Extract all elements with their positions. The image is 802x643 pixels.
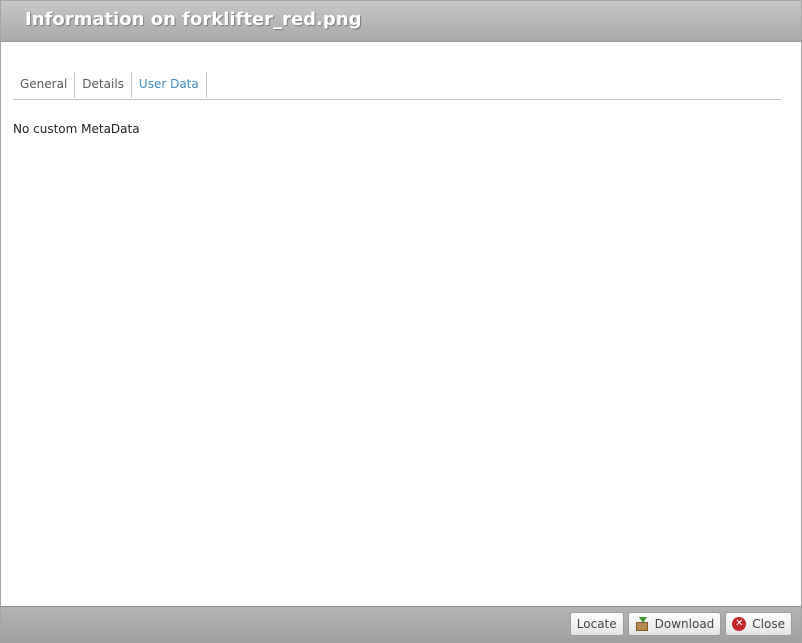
close-button[interactable]: ✕ Close xyxy=(725,612,792,636)
dialog-titlebar[interactable]: Information on forklifter_red.png xyxy=(1,1,801,42)
locate-button-label: Locate xyxy=(576,617,617,631)
close-icon: ✕ xyxy=(732,617,747,631)
download-button[interactable]: Download xyxy=(627,612,722,636)
info-dialog: Information on forklifter_red.png Genera… xyxy=(0,0,802,643)
dialog-footer: Locate Download ✕ Close xyxy=(1,606,801,642)
download-icon xyxy=(635,617,649,631)
user-data-message: No custom MetaData xyxy=(13,122,140,136)
footer-buttons: Locate Download ✕ Close xyxy=(569,612,792,636)
download-button-label: Download xyxy=(654,617,715,631)
dialog-title: Information on forklifter_red.png xyxy=(25,9,362,30)
tab-general[interactable]: General xyxy=(13,72,76,98)
tab-details[interactable]: Details xyxy=(75,72,132,98)
tab-user-data[interactable]: User Data xyxy=(132,72,207,98)
close-button-label: Close xyxy=(752,617,785,631)
locate-button[interactable]: Locate xyxy=(569,612,624,636)
tab-bar: General Details User Data xyxy=(13,72,781,100)
